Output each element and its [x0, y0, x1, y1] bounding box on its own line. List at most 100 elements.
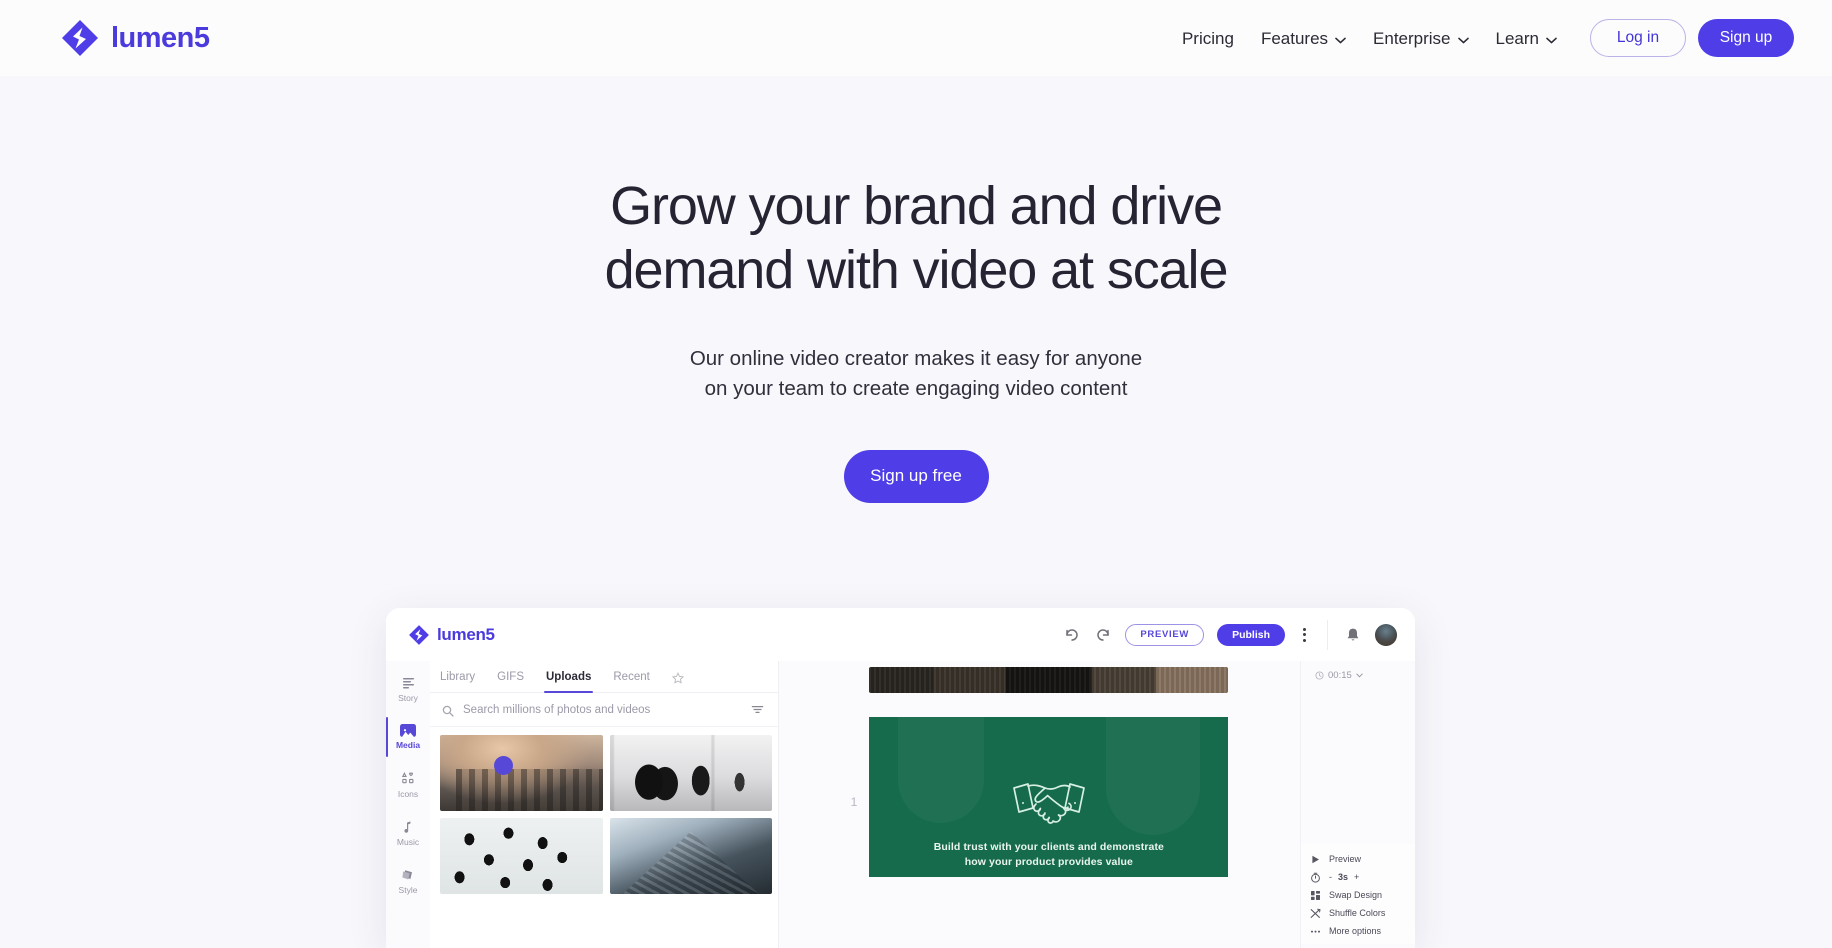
hero-subtitle-line-2: on your team to create engaging video co… — [704, 377, 1128, 401]
nav-item-pricing[interactable]: Pricing — [1182, 30, 1234, 47]
editor-window: lumen5 PREVIEW Publish Story Media Icons… — [386, 608, 1415, 948]
rail-item-label: Style — [398, 885, 418, 896]
story-lines-icon — [401, 675, 416, 690]
layout-grid-icon — [1310, 890, 1321, 901]
context-menu-item-swap-design[interactable]: Swap Design — [1301, 886, 1415, 904]
rail-item-label: Music — [396, 837, 420, 848]
duration-decrease-button[interactable]: - — [1329, 872, 1332, 882]
search-icon — [442, 704, 454, 717]
brand-name: lumen5 — [111, 21, 210, 54]
editor-left-rail: Story Media Icons Music Style — [386, 661, 430, 948]
media-tile-crowd-from-above[interactable] — [440, 818, 603, 894]
context-menu-item-label: Swap Design — [1329, 890, 1383, 900]
slide-column: 1 Build trust with your clients and demo… — [851, 667, 1229, 877]
rail-item-music[interactable]: Music — [386, 809, 430, 857]
slide-duration-control[interactable]: 00:15 — [1301, 661, 1415, 681]
search-input[interactable] — [463, 703, 742, 716]
bell-icon[interactable] — [1344, 626, 1362, 644]
star-icon[interactable] — [671, 671, 684, 684]
hero-heading-line-2: demand with video at scale — [604, 239, 1229, 300]
tab-library[interactable]: Library — [440, 661, 475, 693]
slide-thumbnail-previous[interactable] — [869, 667, 1229, 693]
hero-subtitle: Our online video creator makes it easy f… — [0, 344, 1832, 403]
style-layers-icon — [401, 867, 416, 882]
lumen5-logo-icon — [408, 624, 430, 646]
rail-item-media[interactable]: Media — [386, 713, 430, 761]
timer-icon — [1310, 872, 1321, 883]
rail-item-label: Icons — [397, 789, 419, 800]
tab-uploads[interactable]: Uploads — [543, 661, 594, 693]
nav-item-label: Learn — [1495, 28, 1539, 48]
media-tile-glass-tower-upward[interactable] — [609, 818, 772, 894]
slide-caption: Build trust with your clients and demons… — [934, 840, 1164, 870]
play-icon — [1310, 854, 1321, 865]
sign-up-button[interactable]: Sign up — [1698, 19, 1794, 57]
chevron-down-icon — [1457, 30, 1469, 47]
media-tabs: Library GIFS Uploads Recent — [430, 661, 778, 693]
brand-logo-link[interactable]: lumen5 — [60, 18, 210, 58]
undo-icon[interactable] — [1063, 626, 1081, 644]
product-screenshot-mockup: lumen5 PREVIEW Publish Story Media Icons… — [386, 608, 1415, 948]
slide-number: 1 — [850, 795, 858, 809]
context-menu-item-preview[interactable]: Preview — [1301, 850, 1415, 868]
slide-caption-line-2: how your product provides value — [964, 856, 1133, 869]
icons-grid-icon — [401, 771, 416, 786]
nav-auth-actions: Log in Sign up — [1590, 19, 1794, 57]
nav-item-label: Pricing — [1181, 28, 1234, 48]
music-note-icon — [401, 819, 416, 834]
hero-subtitle-line-1: Our online video creator makes it easy f… — [689, 347, 1143, 371]
duration-stepper-value: 3s — [1338, 872, 1349, 882]
tab-recent[interactable]: Recent — [613, 661, 649, 693]
media-tile-lobby-silhouettes[interactable] — [609, 735, 772, 811]
selection-dot-indicator — [493, 756, 513, 776]
rail-item-label: Story — [398, 693, 418, 704]
context-menu-item-more-options[interactable]: More options — [1301, 922, 1415, 940]
slide-caption-line-1: Build trust with your clients and demons… — [933, 841, 1164, 854]
nav-item-enterprise[interactable]: Enterprise — [1373, 28, 1469, 48]
editor-brand-name: lumen5 — [437, 624, 495, 644]
page-title: Grow your brand and drive demand with vi… — [536, 175, 1296, 302]
context-menu-item-label: More options — [1329, 926, 1382, 936]
context-menu-item-label: Preview — [1329, 854, 1362, 864]
rail-item-story[interactable]: Story — [386, 665, 430, 713]
chevron-down-icon — [1356, 670, 1363, 681]
nav-item-features[interactable]: Features — [1261, 30, 1346, 47]
redo-icon[interactable] — [1094, 626, 1112, 644]
top-navigation-bar: lumen5 Pricing Features Enterprise Learn… — [0, 0, 1832, 76]
rail-item-icons[interactable]: Icons — [386, 761, 430, 809]
duration-stepper: - 3s + — [1329, 872, 1359, 882]
media-tile-city-skyline-sunset[interactable] — [440, 735, 603, 811]
preview-button[interactable]: PREVIEW — [1125, 623, 1205, 646]
kebab-menu-icon[interactable] — [1298, 627, 1311, 642]
lumen5-logo-icon — [60, 18, 100, 58]
chevron-down-icon — [1546, 30, 1557, 47]
rail-item-label: Media — [395, 740, 421, 751]
nav-item-label: Enterprise — [1373, 28, 1451, 48]
media-thumbnail-grid — [430, 727, 778, 948]
log-in-button[interactable]: Log in — [1590, 19, 1686, 57]
hero-section: Grow your brand and drive demand with vi… — [0, 76, 1832, 503]
duration-increase-button[interactable]: + — [1354, 872, 1359, 882]
media-search-row — [430, 693, 778, 727]
context-menu-item-duration[interactable]: - 3s + — [1301, 868, 1415, 886]
slide-duration-value: 00:15 — [1328, 670, 1352, 681]
editor-brand-logo[interactable]: lumen5 — [408, 624, 495, 646]
publish-button[interactable]: Publish — [1217, 623, 1285, 646]
editor-toolbar: lumen5 PREVIEW Publish — [386, 608, 1415, 661]
hero-heading-line-1: Grow your brand and drive — [610, 176, 1223, 236]
sign-up-free-button[interactable]: Sign up free — [843, 449, 989, 503]
tab-gifs[interactable]: GIFS — [497, 661, 524, 693]
rail-item-style[interactable]: Style — [386, 857, 430, 905]
editor-canvas: 1 Build trust with your clients and demo… — [779, 661, 1300, 948]
context-menu-item-shuffle-colors[interactable]: Shuffle Colors — [1301, 904, 1415, 922]
primary-nav-links: Pricing Features Enterprise Learn — [1182, 30, 1557, 47]
nav-item-learn[interactable]: Learn — [1496, 30, 1557, 47]
editor-right-panel: 00:15 Preview - 3s + Swap Design Shuffle… — [1300, 661, 1415, 948]
toolbar-divider — [1327, 619, 1328, 650]
editor-body: Story Media Icons Music Style Library GI… — [386, 661, 1415, 948]
editor-toolbar-actions: PREVIEW Publish — [1063, 619, 1397, 650]
media-library-panel: Library GIFS Uploads Recent — [430, 661, 779, 948]
slide-active[interactable]: Build trust with your clients and demons… — [869, 717, 1229, 877]
filter-icon[interactable] — [751, 703, 764, 716]
user-avatar[interactable] — [1375, 623, 1397, 646]
